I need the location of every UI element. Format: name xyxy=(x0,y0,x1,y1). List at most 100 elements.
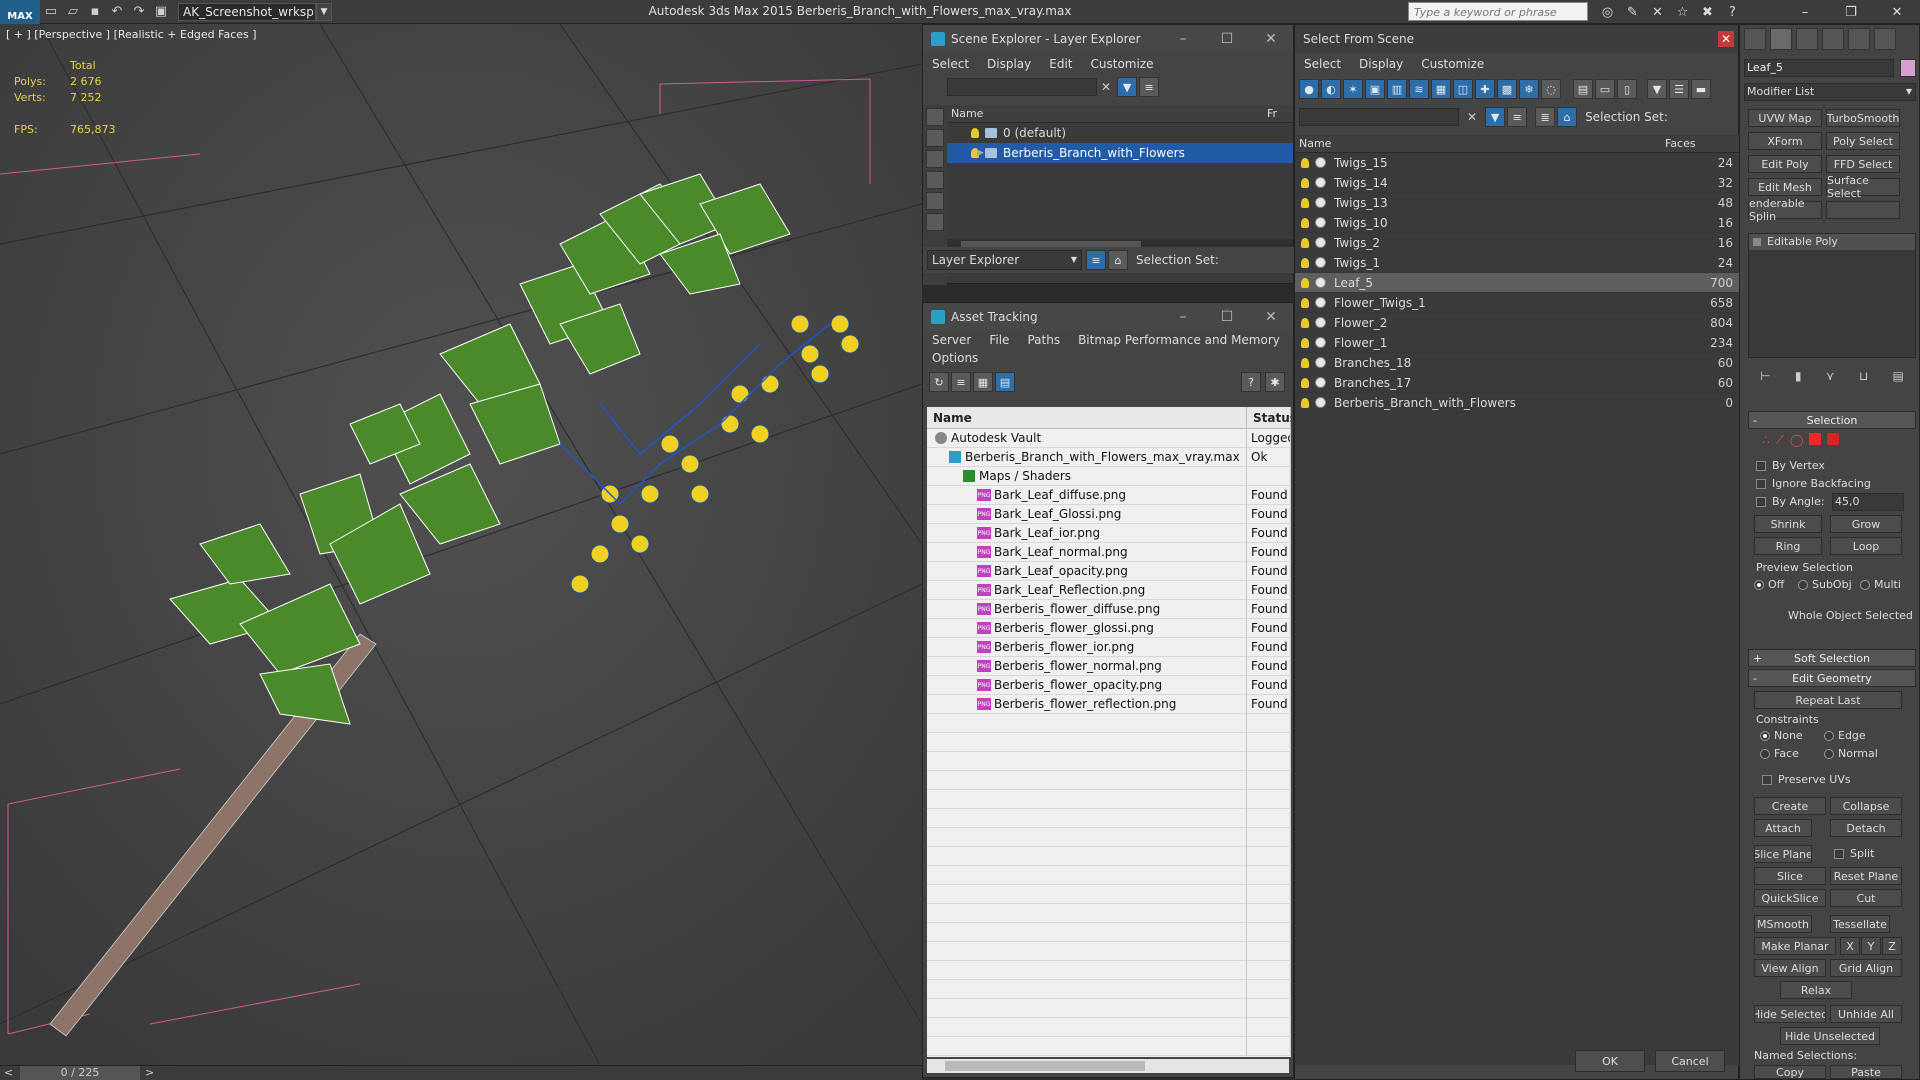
asset-row[interactable]: PNG Berberis_flower_normal.png Found xyxy=(927,657,1291,676)
hierarchy-icon[interactable]: ⌂ xyxy=(1108,250,1128,270)
hide-unselected-button[interactable]: Hide Unselected xyxy=(1780,1027,1880,1045)
filter-icon[interactable]: ▼ xyxy=(1117,77,1138,97)
asset-row[interactable]: PNG Bark_Leaf_Reflection.png Found xyxy=(927,581,1291,600)
new-file-icon[interactable]: ▭ xyxy=(40,2,62,22)
maximize-icon[interactable]: ☐ xyxy=(1205,25,1249,53)
angle-spinner[interactable]: 45,0 xyxy=(1832,493,1904,511)
display-helpers-icon[interactable]: ▥ xyxy=(1387,79,1407,99)
filter-icon[interactable]: ▼ xyxy=(1647,79,1667,99)
perspective-viewport[interactable]: [ + ] [Perspective ] [Realistic + Edged … xyxy=(0,24,922,1065)
asset-row[interactable]: PNG Berberis_flower_ior.png Found xyxy=(927,638,1291,657)
asset-row[interactable]: PNG Berberis_flower_diffuse.png Found xyxy=(927,600,1291,619)
motion-tab-icon[interactable] xyxy=(1822,28,1844,50)
bulb-icon[interactable] xyxy=(1301,277,1309,288)
asset-row[interactable]: PNG Bark_Leaf_opacity.png Found xyxy=(927,562,1291,581)
copy-button[interactable]: Copy xyxy=(1754,1065,1826,1079)
create-tab-icon[interactable] xyxy=(1744,28,1766,50)
refresh-icon[interactable]: ↻ xyxy=(929,372,949,392)
display-children-icon[interactable] xyxy=(926,129,944,147)
pin-stack-icon[interactable]: ⊢ xyxy=(1760,369,1770,383)
bulb-icon[interactable] xyxy=(1301,257,1309,268)
hierarchy-icon[interactable]: ☰ xyxy=(1669,79,1689,99)
viewport-label[interactable]: [ + ] [Perspective ] [Realistic + Edged … xyxy=(6,28,257,41)
close-icon[interactable]: ✕ xyxy=(1249,25,1293,53)
modifier-button[interactable] xyxy=(1826,201,1900,219)
lock-icon[interactable] xyxy=(926,192,944,210)
chevron-down-icon[interactable]: ▼ xyxy=(316,2,332,21)
object-row[interactable]: Flower_2 804 xyxy=(1295,313,1739,333)
display-spacewarps-icon[interactable]: ≋ xyxy=(1409,79,1429,99)
menu-select[interactable]: Select xyxy=(923,57,978,71)
asset-row[interactable]: Autodesk Vault Logged xyxy=(927,429,1291,448)
quickslice-button[interactable]: QuickSlice xyxy=(1754,889,1826,907)
slice-button[interactable]: Slice xyxy=(1754,867,1826,885)
layer-mode-icon[interactable] xyxy=(926,213,944,231)
object-name-field[interactable]: Leaf_5 xyxy=(1744,59,1894,77)
app-logo[interactable]: MAX xyxy=(0,0,40,24)
display-tab-icon[interactable] xyxy=(1848,28,1870,50)
planar-y-button[interactable]: Y xyxy=(1861,937,1881,955)
menu-customize[interactable]: Customize xyxy=(1082,57,1163,71)
invert-display-icon[interactable]: ▯ xyxy=(1617,79,1637,99)
object-row[interactable]: Twigs_15 24 xyxy=(1295,153,1739,173)
object-row[interactable]: Branches_17 60 xyxy=(1295,373,1739,393)
ring-button[interactable]: Ring xyxy=(1754,537,1822,555)
constraint-edge-radio[interactable] xyxy=(1824,731,1834,741)
polygon-icon[interactable] xyxy=(1809,433,1822,445)
element-icon[interactable] xyxy=(1827,433,1840,445)
display-influences-icon[interactable] xyxy=(926,150,944,168)
list-view-icon[interactable]: ≡ xyxy=(951,372,971,392)
minimize-icon[interactable]: – xyxy=(1161,25,1205,53)
bulb-icon[interactable] xyxy=(1301,397,1309,408)
find-input[interactable] xyxy=(947,78,1097,96)
grid-align-button[interactable]: Grid Align xyxy=(1830,959,1902,977)
bulb-icon[interactable] xyxy=(1301,357,1309,368)
menu-customize[interactable]: Customize xyxy=(1412,57,1493,71)
display-shapes-icon[interactable]: ◐ xyxy=(1321,79,1341,99)
asset-row[interactable]: PNG Berberis_flower_reflection.png Found xyxy=(927,695,1291,714)
restore-icon[interactable]: ❐ xyxy=(1828,0,1874,24)
hide-selected-button[interactable]: Hide Selected xyxy=(1754,1005,1826,1023)
create-button[interactable]: Create xyxy=(1754,797,1826,815)
display-cameras-icon[interactable]: ▣ xyxy=(1365,79,1385,99)
layer-mode-icon[interactable]: ≡ xyxy=(1086,250,1106,270)
minimize-icon[interactable]: – xyxy=(1161,303,1205,331)
subscription-icon[interactable]: ✕ xyxy=(1645,5,1670,20)
menu-bitmap-performance[interactable]: Bitmap Performance and Memory xyxy=(1069,333,1289,347)
selection-rollout[interactable]: - Selection xyxy=(1748,411,1916,429)
menu-edit[interactable]: Edit xyxy=(1040,57,1081,71)
col-status[interactable]: Status xyxy=(1247,407,1291,428)
utilities-tab-icon[interactable] xyxy=(1874,28,1896,50)
bulb-icon[interactable] xyxy=(1301,217,1309,228)
grow-button[interactable]: Grow xyxy=(1830,515,1902,533)
bulb-icon[interactable] xyxy=(1301,377,1309,388)
stack-item[interactable]: Editable Poly xyxy=(1749,234,1915,250)
display-frozen-icon[interactable]: ❄ xyxy=(1519,79,1539,99)
vertex-icon[interactable]: ∴ xyxy=(1762,433,1770,448)
time-slider[interactable]: < 0 / 225 > xyxy=(0,1065,922,1080)
find-input[interactable] xyxy=(1299,108,1459,126)
configure-modifiers-icon[interactable]: ▤ xyxy=(1893,369,1904,383)
expand-icon[interactable] xyxy=(1753,238,1761,246)
object-row[interactable]: Flower_Twigs_1 658 xyxy=(1295,293,1739,313)
object-row[interactable]: Leaf_5 700 xyxy=(1295,273,1739,293)
clear-icon[interactable]: ✕ xyxy=(1101,80,1111,94)
tessellate-button[interactable]: Tessellate xyxy=(1830,915,1890,933)
view-align-button[interactable]: View Align xyxy=(1754,959,1826,977)
expand-icon[interactable]: ▶ xyxy=(977,148,984,158)
stack-icon[interactable]: ≣ xyxy=(1535,107,1556,127)
bulb-icon[interactable] xyxy=(1301,197,1309,208)
modifier-button[interactable]: enderable Splin xyxy=(1748,197,1822,223)
workspace-selector[interactable]: AK_Screenshot_wrksp xyxy=(178,2,316,21)
object-row[interactable]: Twigs_2 16 xyxy=(1295,233,1739,253)
display-geometry-icon[interactable]: ● xyxy=(1299,79,1319,99)
relax-button[interactable]: Relax xyxy=(1780,981,1852,999)
modifier-list-dropdown[interactable]: Modifier List ▼ xyxy=(1744,83,1916,101)
border-icon[interactable]: ◯ xyxy=(1790,433,1803,448)
menu-options[interactable]: Options xyxy=(923,351,987,365)
display-xrefs-icon[interactable]: ◫ xyxy=(1453,79,1473,99)
horizontal-scrollbar[interactable] xyxy=(927,1059,1289,1073)
object-row[interactable]: Twigs_14 32 xyxy=(1295,173,1739,193)
object-row[interactable]: Flower_1 234 xyxy=(1295,333,1739,353)
reset-plane-button[interactable]: Reset Plane xyxy=(1830,867,1902,885)
